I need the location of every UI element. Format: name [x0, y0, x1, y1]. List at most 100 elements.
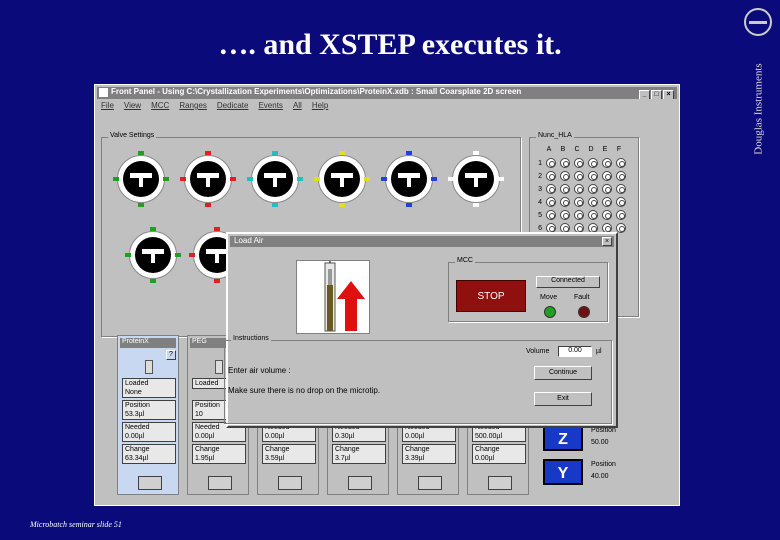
plate-well[interactable]: [574, 184, 584, 194]
axis-y-button[interactable]: Y: [543, 459, 583, 485]
plate-well[interactable]: [574, 158, 584, 168]
stop-button[interactable]: STOP: [456, 280, 526, 312]
plate-label: Nunc_HLA: [536, 132, 574, 139]
menu-all[interactable]: All: [293, 101, 302, 113]
plate-well[interactable]: [560, 184, 570, 194]
valve-port-marker: [406, 151, 412, 155]
plate-column-headers: A B C D E F: [544, 146, 624, 153]
needed-label: Needed: [125, 424, 150, 431]
needed-value: 500.00µl: [475, 433, 502, 440]
menu-events[interactable]: Events: [258, 101, 282, 113]
syringe-plunger: [488, 476, 512, 490]
valve-icon[interactable]: [448, 151, 504, 207]
plate-well[interactable]: [602, 158, 612, 168]
plate-well[interactable]: [560, 158, 570, 168]
plate-well[interactable]: [616, 184, 626, 194]
plate-well[interactable]: [574, 171, 584, 181]
valve-port-marker: [431, 177, 437, 181]
plate-well[interactable]: [560, 210, 570, 220]
valve-port-marker: [163, 177, 169, 181]
valve-icon[interactable]: [314, 151, 370, 207]
loaded-value: None: [125, 389, 142, 396]
plate-well[interactable]: [616, 197, 626, 207]
valve-icon[interactable]: [381, 151, 437, 207]
brand-text: Douglas Instruments: [752, 63, 765, 155]
plate-well[interactable]: [602, 210, 612, 220]
plate-well[interactable]: [616, 171, 626, 181]
plate-well[interactable]: [588, 197, 598, 207]
menu-mcc[interactable]: MCC: [151, 101, 169, 113]
plate-well[interactable]: [574, 197, 584, 207]
valve-port-marker: [247, 177, 253, 181]
volume-label: Volume: [526, 348, 550, 355]
plate-well[interactable]: [546, 158, 556, 168]
plate-well[interactable]: [546, 171, 556, 181]
valve-icon[interactable]: [125, 227, 181, 283]
window-controls: _ □ ×: [639, 90, 674, 99]
syringe-illustration: [296, 260, 370, 334]
valve-port-marker: [214, 279, 220, 283]
plate-col-c: C: [574, 146, 580, 153]
syringe-help-button[interactable]: ?: [166, 350, 176, 360]
exit-button[interactable]: Exit: [534, 392, 592, 406]
valve-port-marker: [205, 203, 211, 207]
plate-well[interactable]: [546, 210, 556, 220]
axis-z-button[interactable]: Z: [543, 425, 583, 451]
plate-well[interactable]: [574, 210, 584, 220]
plate-well[interactable]: [602, 184, 612, 194]
needed-value: 0.00µl: [125, 433, 145, 440]
maximize-button[interactable]: □: [651, 90, 662, 99]
plate-well[interactable]: [588, 158, 598, 168]
menu-dedicate[interactable]: Dedicate: [217, 101, 249, 113]
position-value: 10: [195, 411, 203, 418]
plate-well[interactable]: [588, 184, 598, 194]
plate-well[interactable]: [602, 197, 612, 207]
plate-well[interactable]: [588, 171, 598, 181]
plate-well[interactable]: [560, 171, 570, 181]
plate-row: 1: [534, 158, 626, 168]
change-box: Change 3.7µl: [332, 444, 386, 464]
slide-title: …. and XSTEP executes it.: [218, 28, 562, 61]
valve-port-marker: [473, 203, 479, 207]
syringe-plunger: [138, 476, 162, 490]
menu-help[interactable]: Help: [312, 101, 328, 113]
valve-icon[interactable]: [247, 151, 303, 207]
change-value: 0.00µl: [475, 455, 495, 462]
close-button[interactable]: ×: [663, 90, 674, 99]
change-label: Change: [265, 446, 290, 453]
valve-port-marker: [205, 151, 211, 155]
plate-well[interactable]: [546, 197, 556, 207]
fault-label: Fault: [574, 294, 590, 301]
valve-icon[interactable]: [180, 151, 236, 207]
plate-well[interactable]: [546, 184, 556, 194]
plate-well[interactable]: [602, 171, 612, 181]
continue-button[interactable]: Continue: [534, 366, 592, 380]
menu-file[interactable]: File: [101, 101, 114, 113]
plate-well[interactable]: [588, 210, 598, 220]
menu-ranges[interactable]: Ranges: [179, 101, 207, 113]
plate-row-number: 2: [538, 172, 542, 180]
plate-well[interactable]: [616, 158, 626, 168]
plate-row-number: 1: [538, 159, 542, 167]
needed-value: 0.00µl: [195, 433, 215, 440]
plate-col-a: A: [546, 146, 552, 153]
plate-row: 4: [534, 197, 626, 207]
minimize-button[interactable]: _: [639, 90, 650, 99]
syringe-arrow-icon: [324, 261, 365, 332]
plate-row-number: 3: [538, 185, 542, 193]
plate-col-b: B: [560, 146, 566, 153]
volume-unit: µl: [596, 348, 602, 355]
plate-row: 2: [534, 171, 626, 181]
plate-well[interactable]: [616, 210, 626, 220]
change-box: Change 3.59µl: [262, 444, 316, 464]
plate-well[interactable]: [560, 197, 570, 207]
dialog-close-button[interactable]: ×: [602, 237, 612, 246]
menu-view[interactable]: View: [124, 101, 141, 113]
volume-input[interactable]: 0.00: [558, 346, 592, 357]
syringe-name: ProteinX: [120, 338, 176, 348]
fault-led: [578, 306, 590, 318]
change-value: 63.34µl: [125, 455, 149, 462]
valve-port-marker: [125, 253, 131, 257]
valve-icon[interactable]: [113, 151, 169, 207]
brand: Douglas Instruments: [744, 8, 772, 188]
